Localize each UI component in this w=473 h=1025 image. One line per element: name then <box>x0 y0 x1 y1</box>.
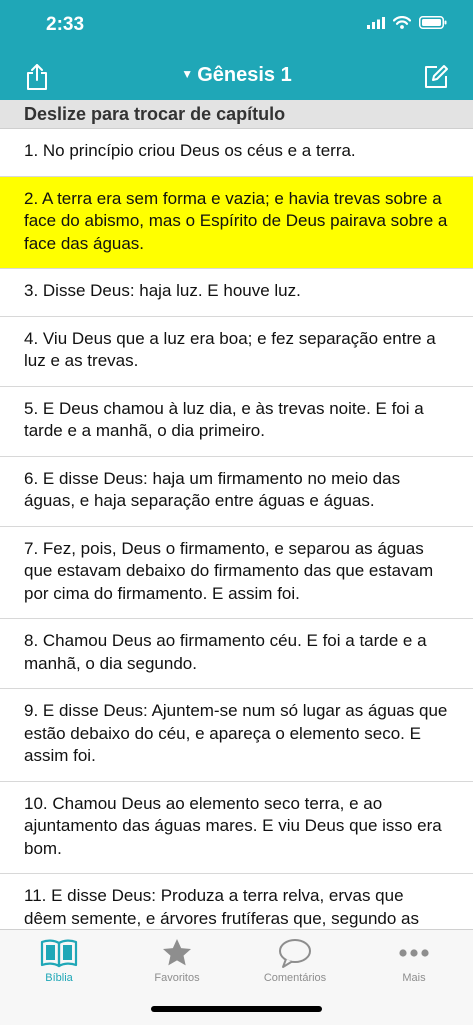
tab-comentarios[interactable]: Comentários <box>236 936 354 984</box>
status-icons <box>367 16 447 29</box>
battery-icon <box>419 16 447 29</box>
swipe-hint-text: Deslize para trocar de capítulo <box>24 104 286 124</box>
wifi-icon <box>393 16 411 29</box>
verse-row[interactable]: 11. E disse Deus: Produza a terra relva,… <box>0 874 473 929</box>
speech-bubble-icon <box>279 939 311 968</box>
star-icon <box>163 939 191 966</box>
signal-icon <box>367 16 385 29</box>
verse-row[interactable]: 8. Chamou Deus ao firmamento céu. E foi … <box>0 619 473 689</box>
tab-mais-label: Mais <box>402 972 426 984</box>
swipe-hint-bar: Deslize para trocar de capítulo <box>0 100 473 129</box>
tab-biblia-label: Bíblia <box>45 972 73 984</box>
verse-row[interactable]: 9. E disse Deus: Ajuntem-se num só lugar… <box>0 689 473 782</box>
book-icon <box>40 939 78 968</box>
verse-row[interactable]: 5. E Deus chamou à luz dia, e às trevas … <box>0 387 473 457</box>
app-header: 2:33 ▼ Gênesis 1 <box>0 0 473 100</box>
verse-row[interactable]: 7. Fez, pois, Deus o firmamento, e separ… <box>0 527 473 619</box>
status-time: 2:33 <box>46 14 85 35</box>
home-indicator <box>151 1006 322 1012</box>
tab-biblia[interactable]: Bíblia <box>0 936 118 984</box>
tab-favoritos-label: Favoritos <box>154 972 200 984</box>
verse-row[interactable]: 1. No princípio criou Deus os céus e a t… <box>0 129 473 177</box>
ellipsis-icon <box>399 949 429 957</box>
verse-row[interactable]: 4. Viu Deus que a luz era boa; e fez sep… <box>0 317 473 387</box>
verse-row[interactable]: 3. Disse Deus: haja luz. E houve luz. <box>0 269 473 317</box>
verse-list[interactable]: 1. No princípio criou Deus os céus e a t… <box>0 129 473 929</box>
caret-down-icon: ▼ <box>181 67 194 81</box>
verse-row[interactable]: 6. E disse Deus: haja um firmamento no m… <box>0 457 473 527</box>
tab-favoritos[interactable]: Favoritos <box>118 936 236 984</box>
chapter-selector[interactable]: ▼ Gênesis 1 <box>0 64 473 87</box>
edit-icon <box>425 65 448 88</box>
tab-comentarios-label: Comentários <box>263 972 327 984</box>
tab-mais[interactable]: Mais <box>355 936 473 984</box>
edit-button[interactable] <box>419 60 453 94</box>
verse-row-highlighted[interactable]: 2. A terra era sem forma e vazia; e havi… <box>0 176 473 269</box>
chapter-title: Gênesis 1 <box>197 64 292 86</box>
verse-row[interactable]: 10. Chamou Deus ao elemento seco terra, … <box>0 782 473 874</box>
